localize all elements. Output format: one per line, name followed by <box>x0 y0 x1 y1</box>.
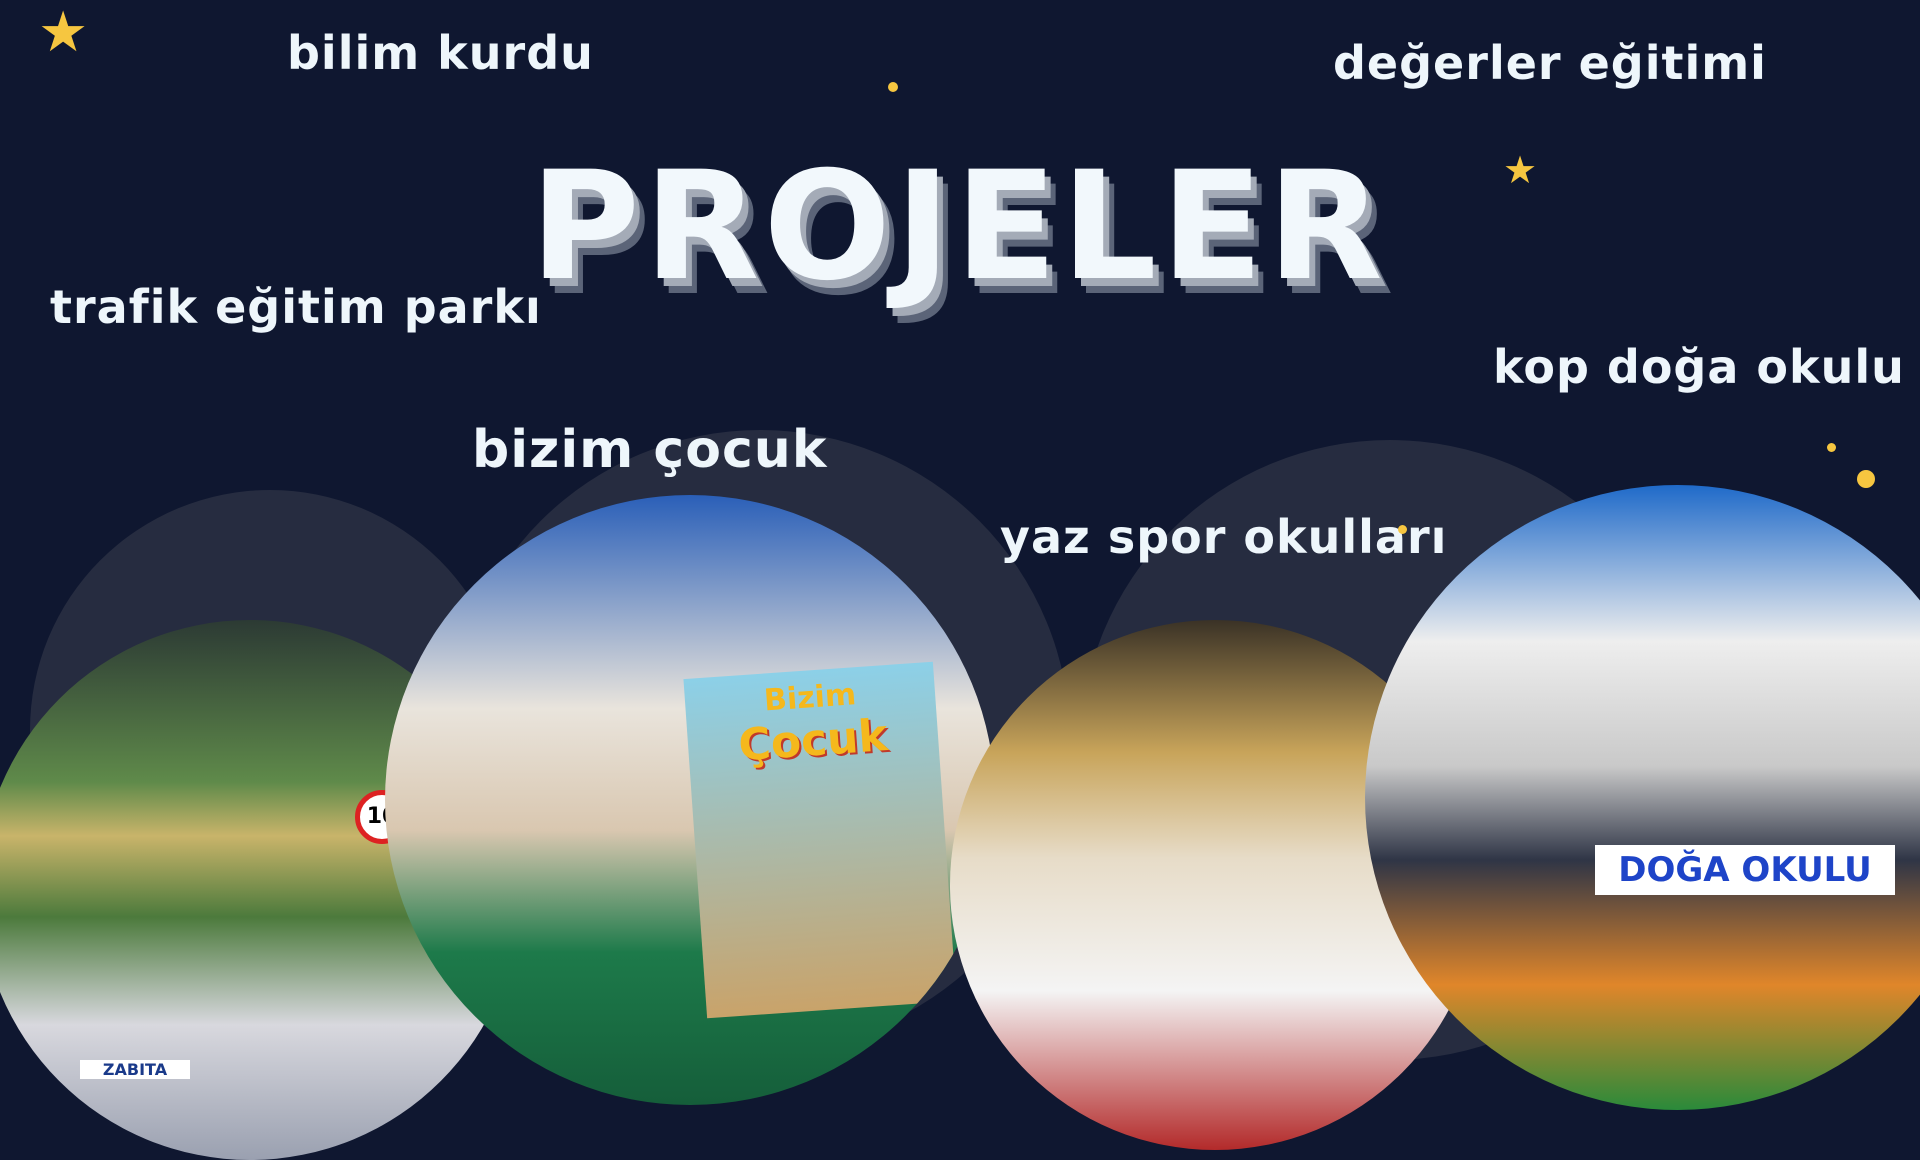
project-label-bilim-kurdu: bilim kurdu <box>287 26 594 80</box>
dot-decoration <box>1398 525 1407 534</box>
project-label-degerler-egitimi: değerler eğitimi <box>1333 36 1767 90</box>
dot-decoration <box>888 82 898 92</box>
page-title: PROJELER <box>530 140 1387 314</box>
dot-decoration <box>1857 470 1875 488</box>
photo-bizim-cocuk: Bizim Çocuk <box>385 495 995 1105</box>
star-icon: ★ <box>38 0 89 65</box>
project-label-trafik-egitim-parki: trafik eğitim parkı <box>50 280 542 334</box>
project-label-kop-doga-okulu: kop doğa okulu <box>1493 340 1905 394</box>
magazine-cover: Bizim Çocuk <box>683 661 957 1019</box>
banner: DOĞA OKULU <box>1595 845 1895 895</box>
vehicle-label: ZABITA <box>80 1060 190 1079</box>
dot-decoration <box>1827 443 1836 452</box>
project-label-yaz-spor-okullari: yaz spor okulları <box>1000 510 1448 564</box>
star-icon: ★ <box>1503 148 1538 192</box>
project-label-bizim-cocuk: bizim çocuk <box>472 420 828 480</box>
